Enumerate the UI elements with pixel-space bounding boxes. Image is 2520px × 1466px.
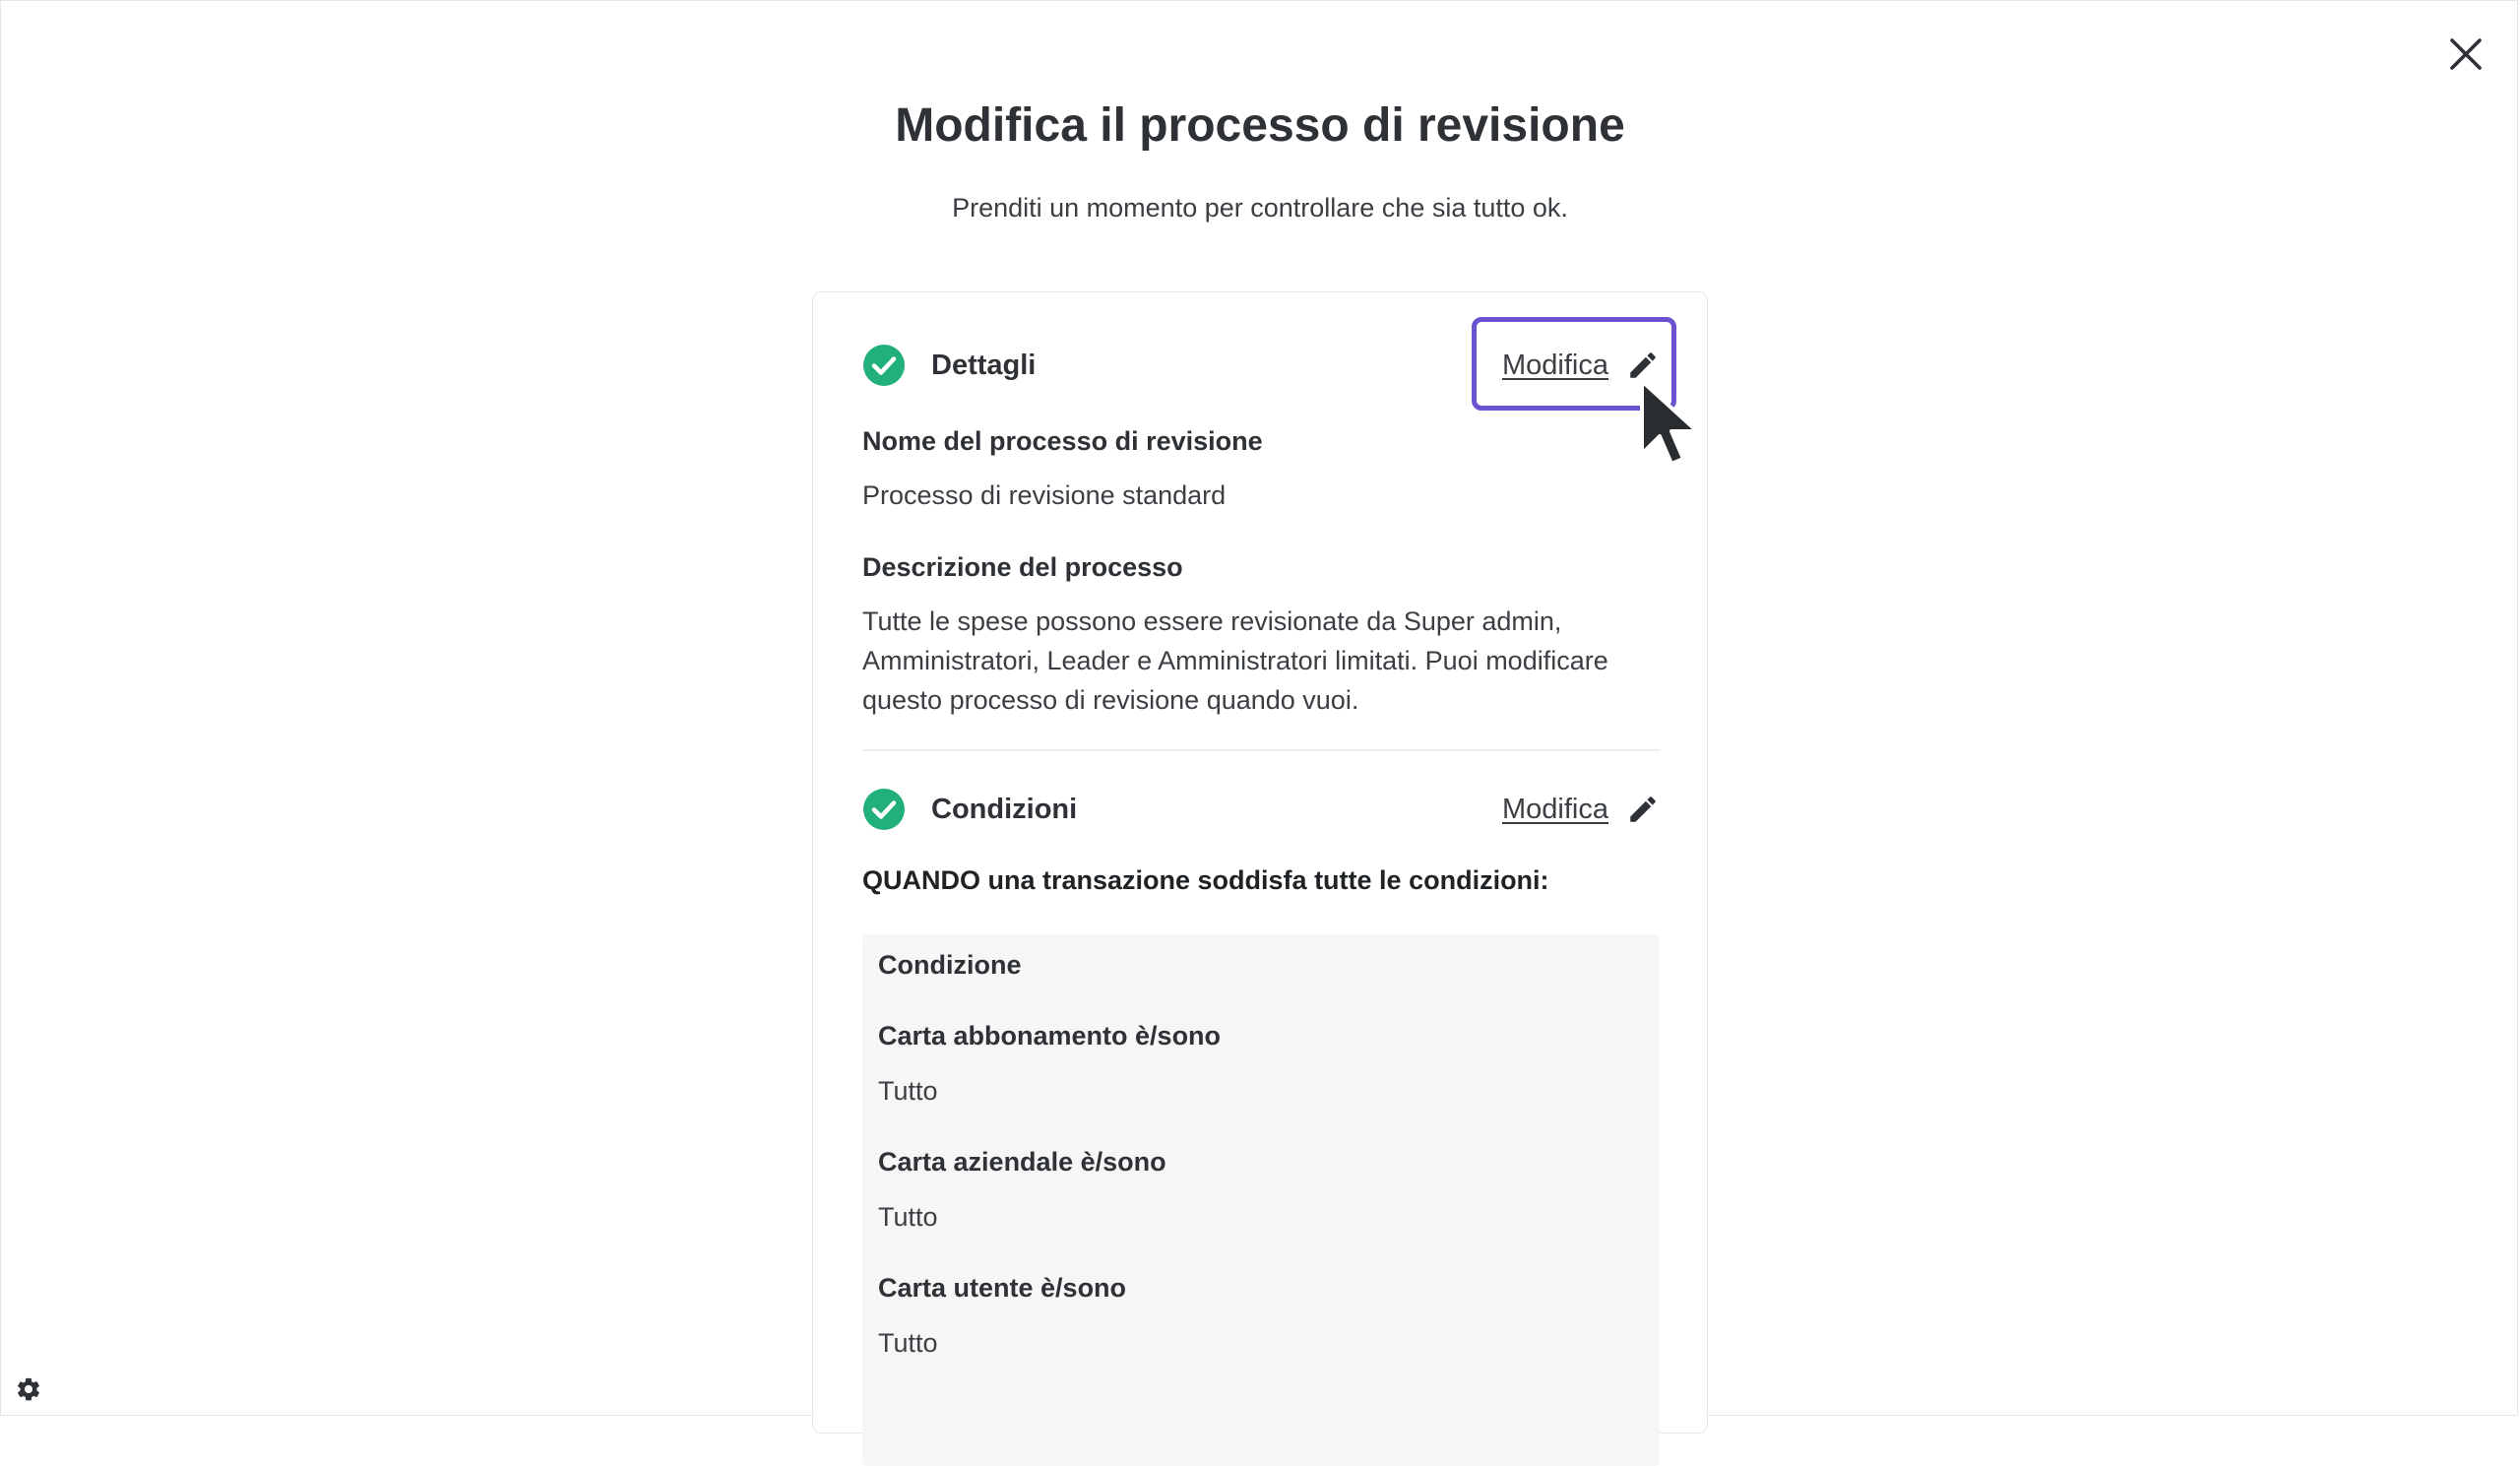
check-circle-icon	[863, 345, 905, 386]
close-icon	[2450, 38, 2482, 70]
section-divider	[862, 749, 1660, 751]
pencil-icon	[1630, 797, 1656, 822]
gear-icon	[18, 1377, 39, 1401]
conditions-when-text: QUANDO una transazione soddisfa tutte le…	[862, 865, 1549, 895]
process-name-label: Nome del processo di revisione	[862, 426, 1263, 456]
edit-details-button[interactable]: Modifica	[1502, 341, 1660, 390]
condition-value: Tutto	[878, 1076, 938, 1106]
condition-label: Carta abbonamento è/sono	[878, 1021, 1222, 1051]
page-subtitle: Prenditi un momento per controllare che …	[952, 193, 1568, 223]
edit-conditions-label: Modifica	[1502, 793, 1608, 825]
details-section-title: Dettagli	[931, 349, 1037, 381]
condition-value: Tutto	[878, 1328, 938, 1358]
process-name-value: Processo di revisione standard	[862, 480, 1227, 510]
process-description-label: Descrizione del processo	[862, 552, 1183, 582]
conditions-section-header: Condizioni Modifica	[862, 785, 1660, 834]
conditions-panel-header: Condizione	[878, 950, 1022, 980]
conditions-section-title: Condizioni	[931, 793, 1078, 825]
page-title: Modifica il processo di revisione	[895, 99, 1625, 152]
review-process-card: Dettagli Modifica Nome del processo di r…	[812, 291, 1708, 1466]
settings-button[interactable]	[14, 1374, 43, 1404]
details-section-header: Dettagli Modifica	[862, 341, 1660, 390]
conditions-panel: Condizione Carta abbonamento è/sono Tutt…	[862, 934, 1660, 1466]
pencil-icon	[1630, 352, 1656, 378]
condition-label: Carta utente è/sono	[878, 1273, 1127, 1303]
edit-conditions-button[interactable]: Modifica	[1502, 785, 1660, 834]
close-button[interactable]	[2443, 32, 2488, 77]
edit-details-label: Modifica	[1502, 349, 1608, 381]
process-description-value: Tutte le spese possono essere revisionat…	[862, 606, 1608, 715]
check-circle-icon	[863, 789, 905, 830]
condition-value: Tutto	[878, 1202, 938, 1232]
condition-label: Carta aziendale è/sono	[878, 1147, 1166, 1177]
